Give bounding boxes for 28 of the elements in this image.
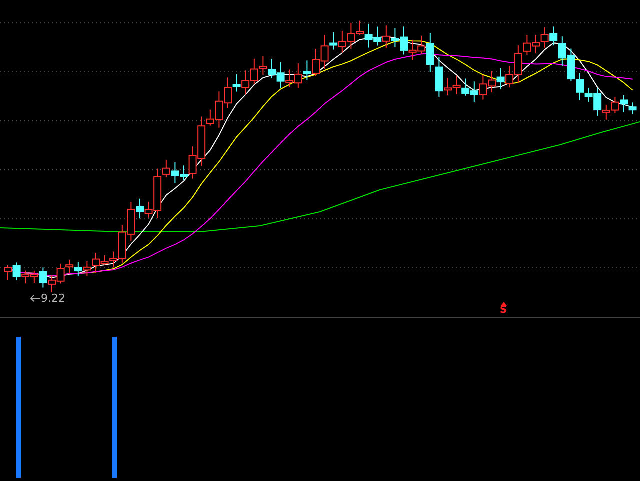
candlestick	[171, 162, 180, 184]
candlestick	[338, 30, 346, 54]
candlestick	[303, 60, 312, 81]
candlestick	[567, 48, 576, 82]
candlestick	[462, 78, 470, 96]
low-price-label: 9.22	[41, 292, 66, 305]
candlestick	[12, 262, 21, 281]
candlestick	[56, 263, 65, 284]
candlestick	[452, 75, 461, 95]
arrow-icon	[30, 295, 40, 302]
candlestick	[382, 25, 390, 49]
candlestick	[242, 70, 250, 96]
candlestick	[540, 26, 549, 48]
candlestick	[611, 96, 620, 114]
up-arrow-icon	[500, 302, 507, 306]
candlestick	[74, 262, 82, 277]
candlestick	[259, 56, 268, 76]
candlestick	[470, 81, 478, 104]
candlestick	[294, 63, 302, 88]
candlestick	[479, 74, 488, 100]
candlestick	[408, 39, 417, 60]
candlestick	[22, 270, 30, 284]
candlestick	[83, 260, 92, 277]
candlestick	[66, 259, 74, 274]
candlestick	[374, 26, 382, 46]
candlestick	[250, 58, 258, 85]
candlestick	[628, 102, 637, 115]
candlestick	[496, 68, 505, 90]
